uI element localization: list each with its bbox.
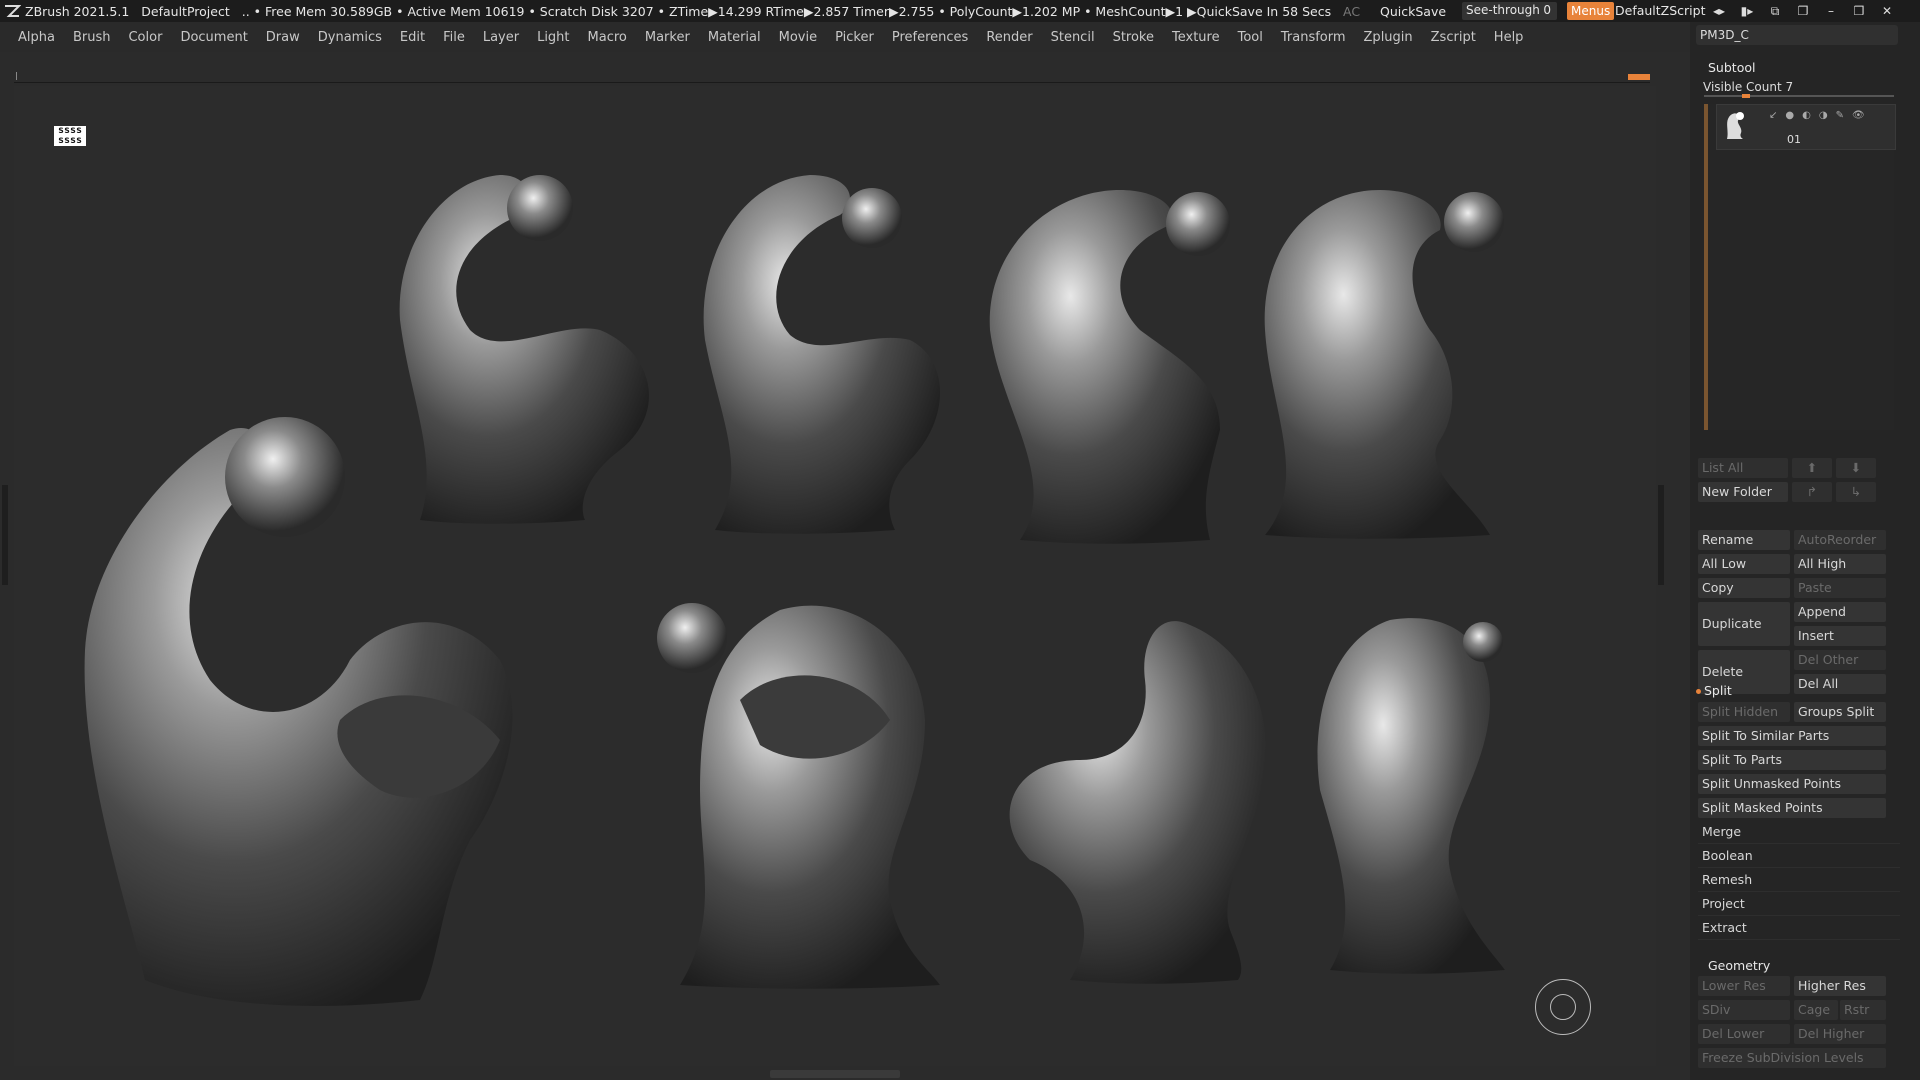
merge-section[interactable]: Merge bbox=[1698, 821, 1900, 844]
sculpt-top-1 bbox=[399, 175, 649, 524]
append-button[interactable]: Append bbox=[1794, 602, 1886, 622]
geometry-section-title[interactable]: Geometry bbox=[1708, 958, 1770, 973]
lower-res-button[interactable]: Lower Res bbox=[1698, 976, 1790, 996]
brush-toggle-icon[interactable]: ↙ bbox=[1769, 110, 1777, 121]
insert-button[interactable]: Insert bbox=[1794, 626, 1886, 646]
sculpt-top-2 bbox=[703, 175, 940, 534]
visibility-eye-icon[interactable]: 👁 bbox=[1852, 110, 1865, 121]
split-masked-button[interactable]: Split Masked Points bbox=[1698, 798, 1886, 818]
auto-reorder-button[interactable]: AutoReorder bbox=[1794, 530, 1886, 550]
polypaint-toggle-icon[interactable]: ● bbox=[1785, 110, 1794, 121]
del-other-button[interactable]: Del Other bbox=[1794, 650, 1886, 670]
del-all-button[interactable]: Del All bbox=[1794, 674, 1886, 694]
subtool-item-label: 01 bbox=[1787, 133, 1801, 146]
del-higher-button[interactable]: Del Higher bbox=[1794, 1024, 1886, 1044]
move-out-folder-icon[interactable]: ↳ bbox=[1836, 482, 1876, 502]
move-into-folder-icon[interactable]: ↱ bbox=[1792, 482, 1832, 502]
duplicate-button[interactable]: Duplicate bbox=[1698, 602, 1790, 646]
subtool-toggles: ↙ ● ◐ ◑ ✎ 👁 bbox=[1769, 110, 1865, 121]
move-up-icon[interactable]: ⬆ bbox=[1792, 458, 1832, 478]
edit-toggle-icon[interactable]: ✎ bbox=[1836, 110, 1844, 121]
subtool-scrollbar[interactable] bbox=[1704, 104, 1708, 430]
sculpt-top-3 bbox=[989, 190, 1230, 544]
freeze-subdiv-button[interactable]: Freeze SubDivision Levels bbox=[1698, 1048, 1886, 1068]
subtool-list[interactable]: ↙ ● ◐ ◑ ✎ 👁 01 bbox=[1704, 104, 1896, 430]
split-section-title[interactable]: Split bbox=[1704, 683, 1732, 698]
remesh-section[interactable]: Remesh bbox=[1698, 869, 1900, 892]
list-all-button[interactable]: List All bbox=[1698, 458, 1788, 478]
split-unmasked-button[interactable]: Split Unmasked Points bbox=[1698, 774, 1886, 794]
subtool-item[interactable]: ↙ ● ◐ ◑ ✎ 👁 01 bbox=[1716, 104, 1896, 150]
rstr-button[interactable]: Rstr bbox=[1840, 1000, 1886, 1020]
sculpt-render bbox=[84, 175, 1505, 1006]
dynamesh-toggle-icon[interactable]: ◐ bbox=[1802, 110, 1811, 121]
visible-count: Visible Count 7 bbox=[1703, 80, 1794, 94]
sdiv-slider[interactable]: SDiv bbox=[1698, 1000, 1790, 1020]
higher-res-button[interactable]: Higher Res bbox=[1794, 976, 1886, 996]
copy-button[interactable]: Copy bbox=[1698, 578, 1790, 598]
move-down-icon[interactable]: ⬇ bbox=[1836, 458, 1876, 478]
visible-count-slider[interactable] bbox=[1704, 94, 1894, 98]
extract-section[interactable]: Extract bbox=[1698, 917, 1900, 940]
new-folder-button[interactable]: New Folder bbox=[1698, 482, 1788, 502]
rename-button[interactable]: Rename bbox=[1698, 530, 1790, 550]
sculpt-bottom-1 bbox=[657, 603, 940, 989]
boolean-section[interactable]: Boolean bbox=[1698, 845, 1900, 868]
sculpt-top-4 bbox=[1264, 190, 1504, 539]
paste-button[interactable]: Paste bbox=[1794, 578, 1886, 598]
sculpt-bottom-3 bbox=[1317, 618, 1505, 974]
all-high-button[interactable]: All High bbox=[1794, 554, 1886, 574]
subtool-section-title[interactable]: Subtool bbox=[1708, 60, 1755, 75]
right-tray: PM3D_C Subtool Visible Count 7 ↙ ● ◐ ◑ ✎… bbox=[1690, 22, 1920, 1080]
del-lower-button[interactable]: Del Lower bbox=[1698, 1024, 1790, 1044]
cage-button[interactable]: Cage bbox=[1794, 1000, 1838, 1020]
split-to-parts-button[interactable]: Split To Parts bbox=[1698, 750, 1886, 770]
visible-count-handle[interactable] bbox=[1742, 94, 1750, 98]
split-indicator bbox=[1696, 689, 1701, 694]
project-section[interactable]: Project bbox=[1698, 893, 1900, 916]
groups-split-button[interactable]: Groups Split bbox=[1794, 702, 1886, 722]
all-low-button[interactable]: All Low bbox=[1698, 554, 1790, 574]
subtool-thumbnail-icon bbox=[1727, 112, 1744, 139]
split-hidden-button[interactable]: Split Hidden bbox=[1698, 702, 1790, 722]
sculpt-bottom-2 bbox=[1009, 621, 1267, 984]
split-similar-parts-button[interactable]: Split To Similar Parts bbox=[1698, 726, 1886, 746]
tool-name[interactable]: PM3D_C bbox=[1696, 25, 1898, 45]
polyf-toggle-icon[interactable]: ◑ bbox=[1819, 110, 1828, 121]
